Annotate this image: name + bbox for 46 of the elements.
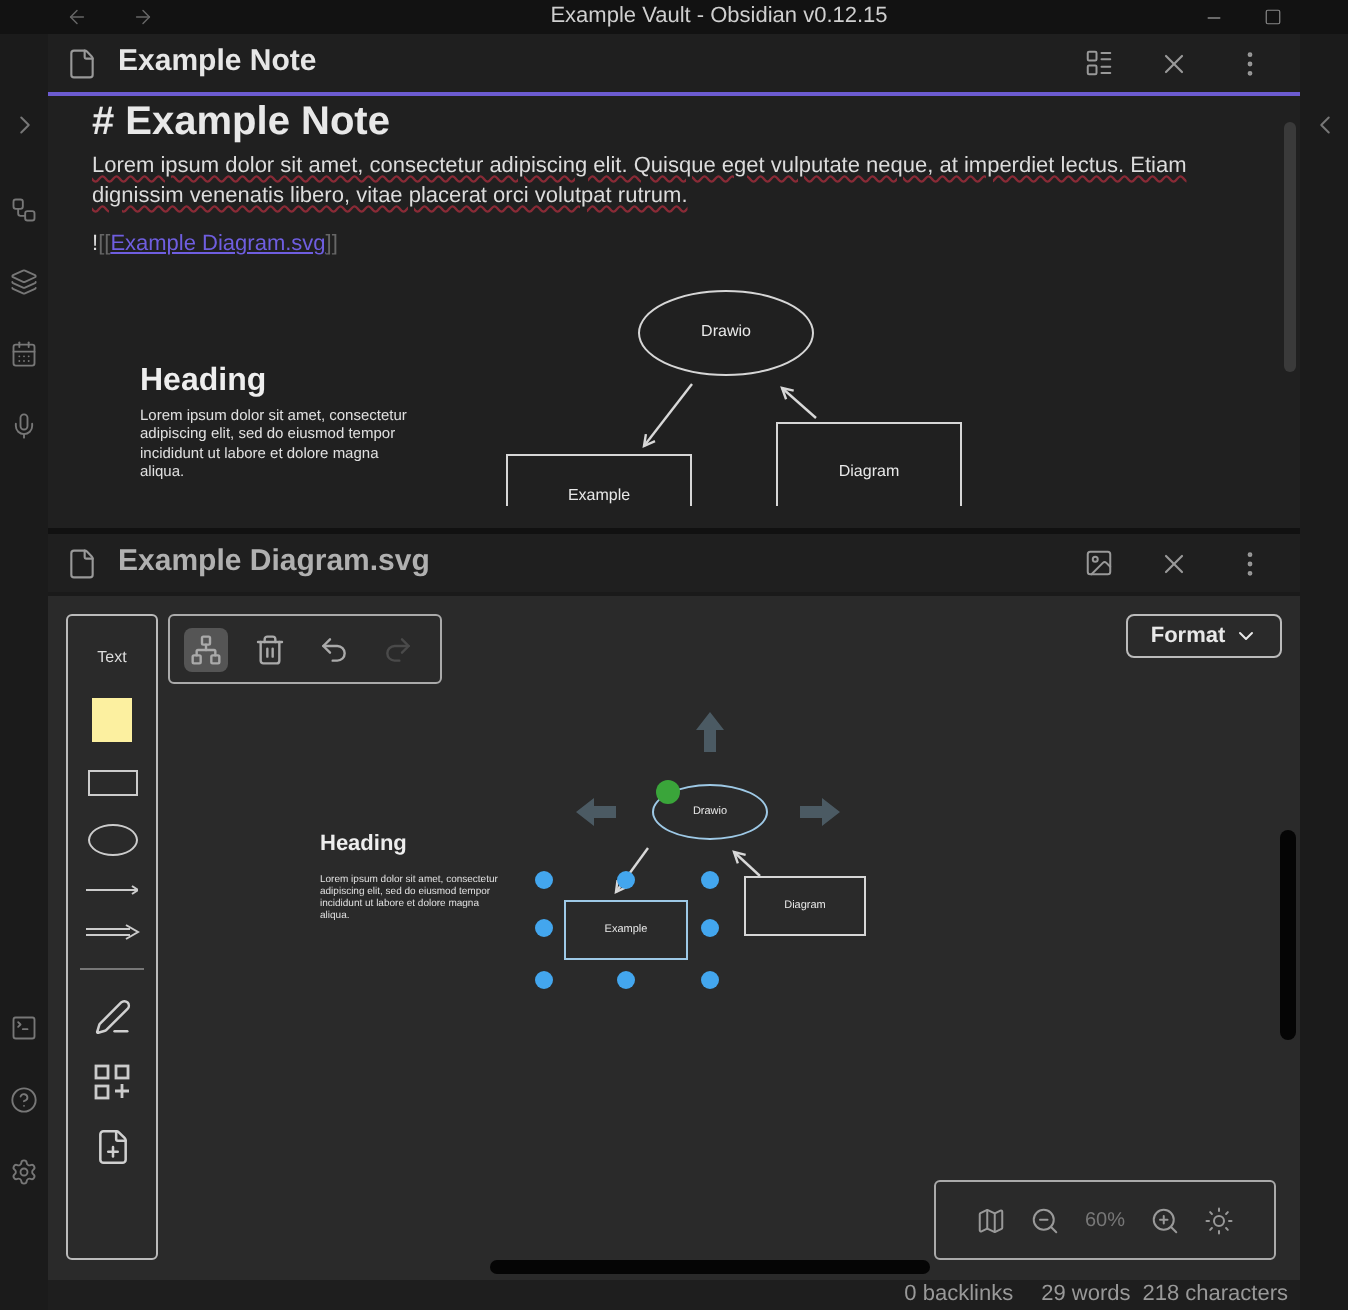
flowchart-node: Drawio: [638, 289, 814, 375]
pane-title: Example Note: [118, 42, 317, 83]
maximize-icon[interactable]: [1264, 8, 1282, 26]
terminal-icon[interactable]: [10, 1014, 38, 1042]
forward-icon[interactable]: [132, 6, 154, 28]
backlinks-count: 0 backlinks: [904, 1280, 1014, 1310]
flowchart-node: Diagram: [776, 421, 962, 505]
embed-link[interactable]: ![[Example Diagram.svg]]: [92, 228, 338, 261]
calendar-icon[interactable]: [10, 340, 38, 368]
window-title: Example Vault - Obsidian v0.12.15: [550, 2, 888, 33]
word-count: 29 words: [1041, 1280, 1131, 1310]
help-icon[interactable]: [10, 1086, 38, 1114]
graph-icon[interactable]: [10, 196, 38, 224]
connector-arrow: [642, 382, 693, 447]
note-heading: # Example Note: [92, 98, 392, 146]
file-icon[interactable]: [66, 547, 98, 579]
note-paragraph: Lorem ipsum dolor sit amet, consectetur adipiscing elit. Quisque eget vulputate neque, at imperdiet lectus. Etiam dignissim venenatis libero, vitae placerat orci volutpat rutrum.: [92, 152, 1189, 212]
text-tool[interactable]: Text: [97, 646, 127, 670]
image-icon[interactable]: [1084, 548, 1114, 578]
format-dropdown[interactable]: Format: [1126, 614, 1282, 658]
diagram-heading: Heading: [320, 830, 407, 860]
arrange-icon[interactable]: [184, 627, 228, 671]
pane-title: Example Diagram.svg: [118, 542, 430, 583]
character-count: 218 characters: [1142, 1280, 1288, 1310]
shapes-tool-icon[interactable]: [94, 1064, 130, 1100]
zoom-in-icon[interactable]: [1149, 1205, 1179, 1235]
reading-view-icon[interactable]: [1084, 48, 1114, 78]
rectangle-tool[interactable]: [87, 770, 137, 796]
microphone-icon[interactable]: [10, 412, 38, 440]
ellipse-tool[interactable]: [87, 824, 137, 856]
back-icon[interactable]: [66, 6, 88, 28]
theme-icon[interactable]: [1203, 1205, 1233, 1235]
zoom-out-icon[interactable]: [1030, 1205, 1061, 1235]
diagram-heading: Heading: [140, 361, 267, 401]
arrow-tool[interactable]: [85, 924, 139, 940]
file-icon[interactable]: [66, 47, 98, 79]
freehand-tool-icon[interactable]: [93, 998, 131, 1036]
line-tool[interactable]: [86, 884, 138, 896]
settings-icon[interactable]: [10, 1158, 38, 1186]
map-icon[interactable]: [976, 1205, 1007, 1235]
add-file-icon[interactable]: [93, 1128, 131, 1166]
zoom-level: 60%: [1084, 1207, 1125, 1235]
connector-arrow: [780, 385, 817, 418]
connector-arrow: [732, 850, 761, 877]
connector-arrow: [614, 847, 649, 895]
cards-icon[interactable]: [10, 268, 38, 296]
